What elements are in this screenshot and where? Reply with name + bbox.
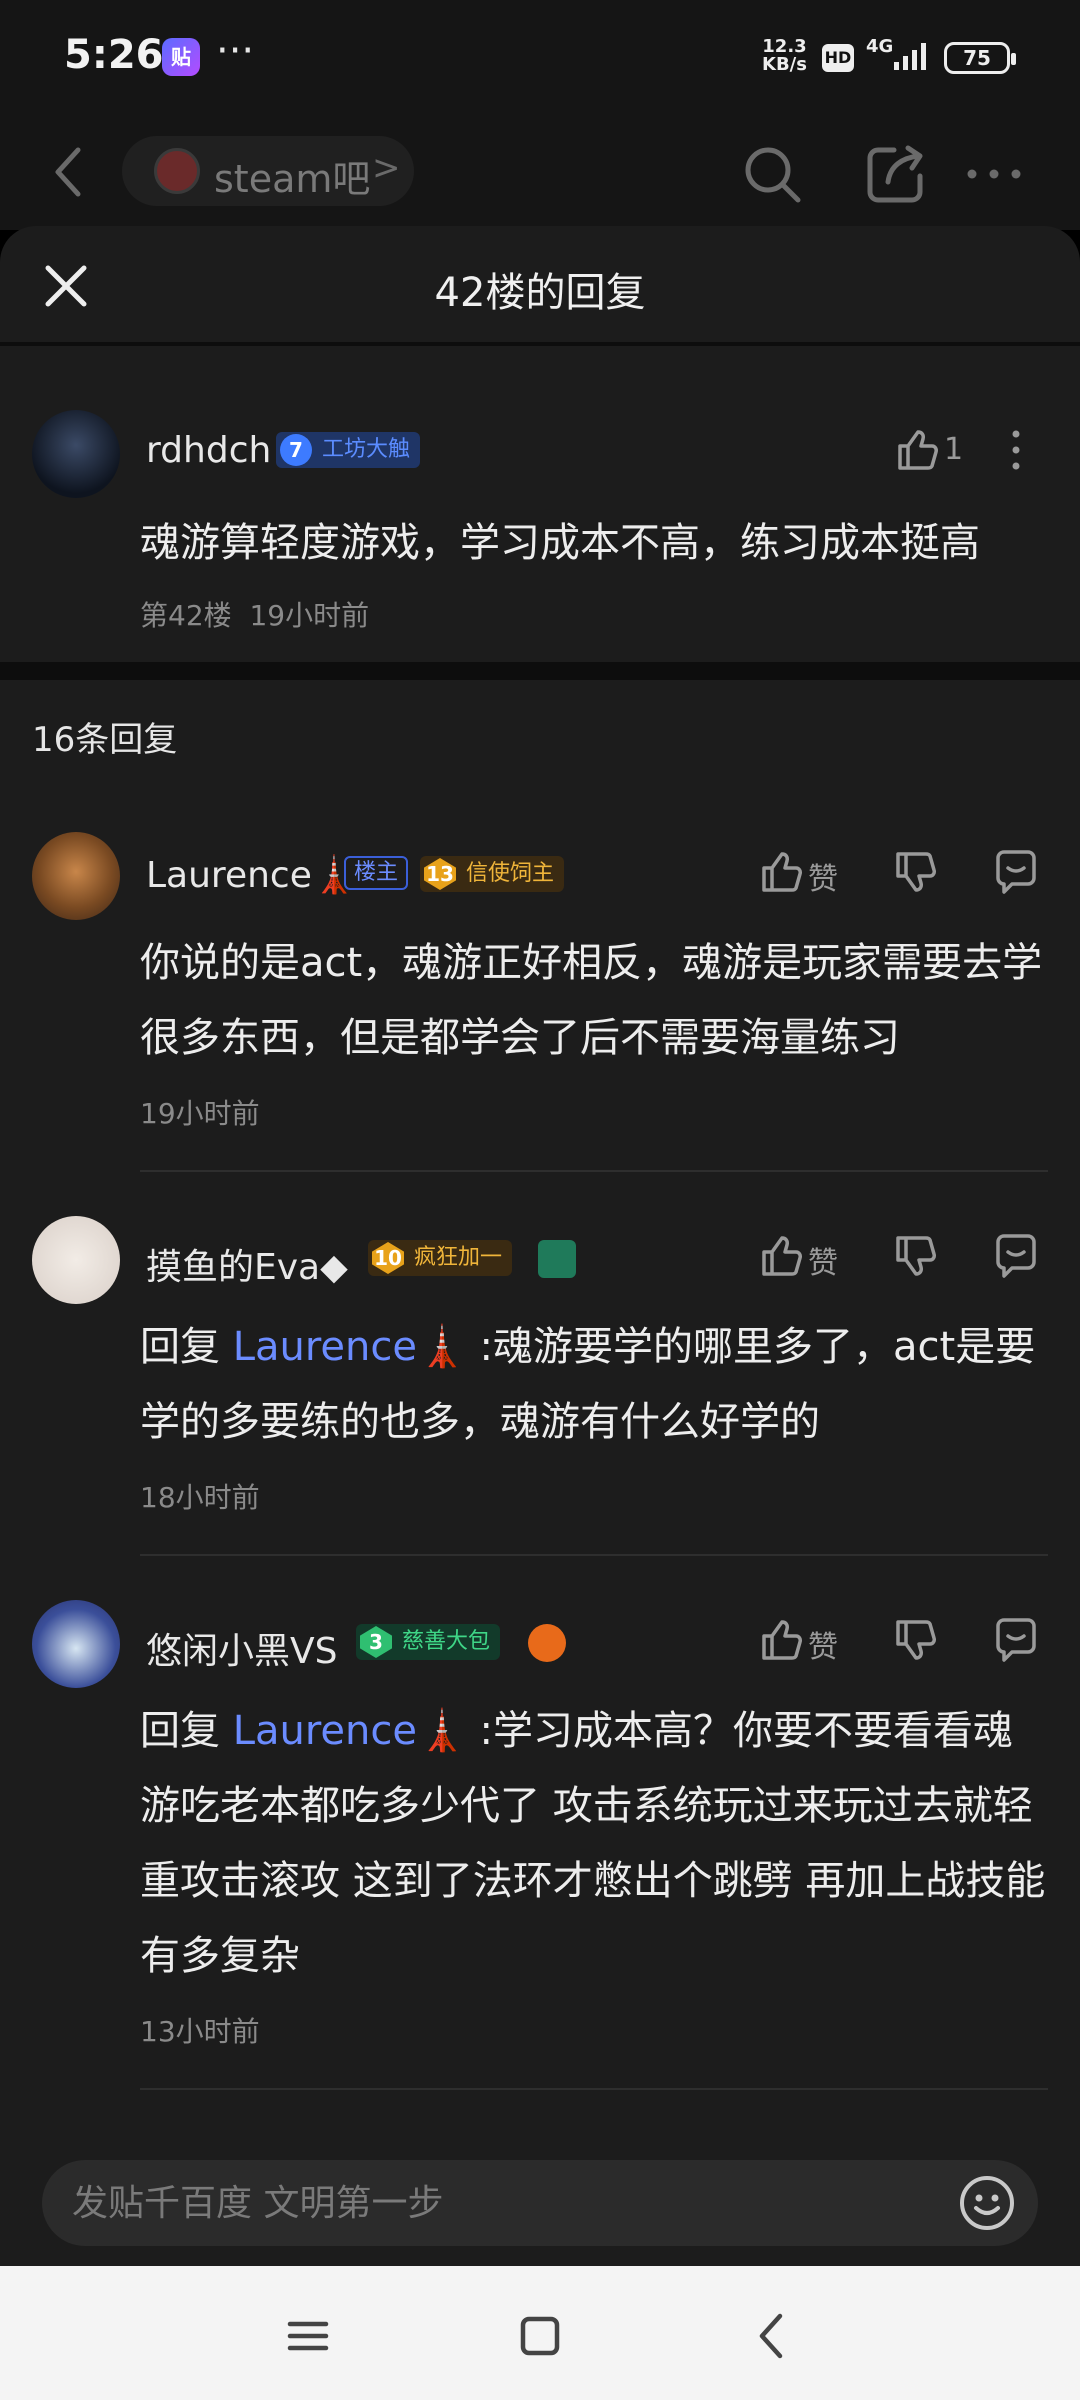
forum-level-badge: 7 工坊大触 (276, 432, 421, 468)
back-button[interactable] (44, 142, 94, 202)
badge-title: 慈善大包 (402, 1629, 491, 1654)
hd-voice-icon: HD (822, 44, 854, 72)
like-label: 赞 (808, 862, 838, 897)
chevron-left-icon (55, 147, 81, 197)
like-icon[interactable] (756, 1616, 804, 1664)
username[interactable]: 摸鱼的Eva◆ (146, 1238, 348, 1290)
speed-unit: KB/s (762, 54, 807, 75)
level-number: 13 (424, 858, 456, 890)
forum-chip[interactable]: steam吧 > (122, 136, 414, 206)
app-bar: steam吧 > (0, 120, 1080, 230)
network-speed: 12.3 KB/s (762, 38, 807, 74)
forum-level-badge: 13 信使饲主 (420, 856, 565, 892)
avatar[interactable] (32, 410, 120, 498)
username[interactable]: Laurence🗼 (146, 854, 357, 896)
replies-sheet: 42楼的回复 rdhdch 7 工坊大触 1 魂游算轻度游戏，学习成本不高，练习… (0, 226, 1080, 2266)
like-icon[interactable] (756, 848, 804, 896)
badge-title: 工坊大触 (322, 437, 411, 462)
special-badge-icon (538, 1240, 576, 1278)
divider (140, 1170, 1048, 1172)
forum-level-badge: 10 疯狂加一 (368, 1240, 513, 1276)
owner-tag: 楼主 (344, 856, 409, 890)
post-time: 19小时前 (249, 599, 370, 632)
tieba-app-icon: 贴 (162, 38, 200, 76)
mention-link[interactable]: Laurence🗼 (233, 1708, 467, 1754)
more-notifications-icon: ··· (216, 28, 255, 74)
gamepad-badge-icon (528, 1624, 566, 1662)
username[interactable]: 悠闲小黑VS (146, 1622, 337, 1674)
dislike-icon[interactable] (890, 848, 938, 896)
like-label: 赞 (808, 1630, 838, 1665)
like-icon[interactable] (892, 426, 940, 474)
reply-time: 18小时前 (140, 1481, 260, 1514)
reply-prefix: 回复 (140, 1708, 233, 1754)
sheet-header: 42楼的回复 (0, 226, 1080, 346)
comment-input-bar (0, 2140, 1080, 2266)
level-number: 7 (280, 434, 312, 466)
reply-prefix: 回复 (140, 1324, 233, 1370)
divider (140, 2088, 1048, 2090)
clock: 5:26 (64, 32, 164, 78)
forum-level-badge: 3 慈善大包 (356, 1624, 501, 1660)
post-meta: 第42楼 19小时前 (140, 594, 369, 634)
like-label: 赞 (808, 1246, 838, 1281)
signal-icon (894, 43, 926, 70)
comment-input[interactable] (72, 2160, 952, 2246)
comment-icon[interactable] (992, 848, 1040, 896)
network-type: 4G (866, 36, 894, 57)
comment-icon[interactable] (992, 1616, 1040, 1664)
floor-number: 第42楼 (140, 599, 232, 632)
more-vertical-icon[interactable] (992, 426, 1040, 474)
badge-title: 疯狂加一 (414, 1245, 503, 1270)
dislike-icon[interactable] (890, 1232, 938, 1280)
dislike-icon[interactable] (890, 1616, 938, 1664)
avatar[interactable] (32, 1600, 120, 1688)
forum-name: steam吧 (214, 157, 371, 201)
reply-time: 13小时前 (140, 2015, 260, 2048)
mention-link[interactable]: Laurence🗼 (233, 1324, 467, 1370)
username[interactable]: rdhdch (146, 430, 271, 471)
system-navigation-bar (0, 2266, 1080, 2400)
like-icon[interactable] (756, 1232, 804, 1280)
menu-icon[interactable] (278, 2306, 338, 2366)
divider (140, 1554, 1048, 1556)
home-icon[interactable] (510, 2306, 570, 2366)
search-icon[interactable] (740, 142, 804, 206)
more-options-icon[interactable] (962, 142, 1026, 206)
share-icon[interactable] (864, 142, 928, 206)
badge-title: 信使饲主 (466, 861, 555, 886)
section-divider (0, 662, 1080, 680)
status-bar: 5:26 贴 ··· 12.3 KB/s HD 4G 75 (0, 0, 1080, 120)
avatar[interactable] (32, 832, 120, 920)
reply-count: 16条回复 (32, 720, 178, 760)
reply-content: 回复 Laurence🗼 :学习成本高？你要不要看看魂游吃老本都吃多少代了 攻击… (140, 1694, 1052, 1994)
sheet-title: 42楼的回复 (434, 270, 646, 316)
level-number: 3 (360, 1626, 392, 1658)
battery-indicator: 75 (944, 42, 1016, 74)
chevron-right-icon: > (372, 148, 401, 188)
comment-icon[interactable] (992, 1232, 1040, 1280)
level-number: 10 (372, 1242, 404, 1274)
like-count: 1 (944, 432, 964, 467)
emoji-icon[interactable] (958, 2174, 1016, 2232)
post-content: 魂游算轻度游戏，学习成本不高，练习成本挺高 (140, 520, 980, 566)
reply-content: 回复 Laurence🗼 :魂游要学的哪里多了，act是要学的多要练的也多，魂游… (140, 1310, 1052, 1460)
comment-field[interactable] (42, 2160, 1038, 2246)
back-icon[interactable] (742, 2306, 802, 2366)
steam-forum-icon (154, 148, 200, 194)
reply-content: 你说的是act，魂游正好相反，魂游是玩家需要去学很多东西，但是都学会了后不需要海… (140, 940, 1043, 1061)
avatar[interactable] (32, 1216, 120, 1304)
reply-time: 19小时前 (140, 1097, 260, 1130)
